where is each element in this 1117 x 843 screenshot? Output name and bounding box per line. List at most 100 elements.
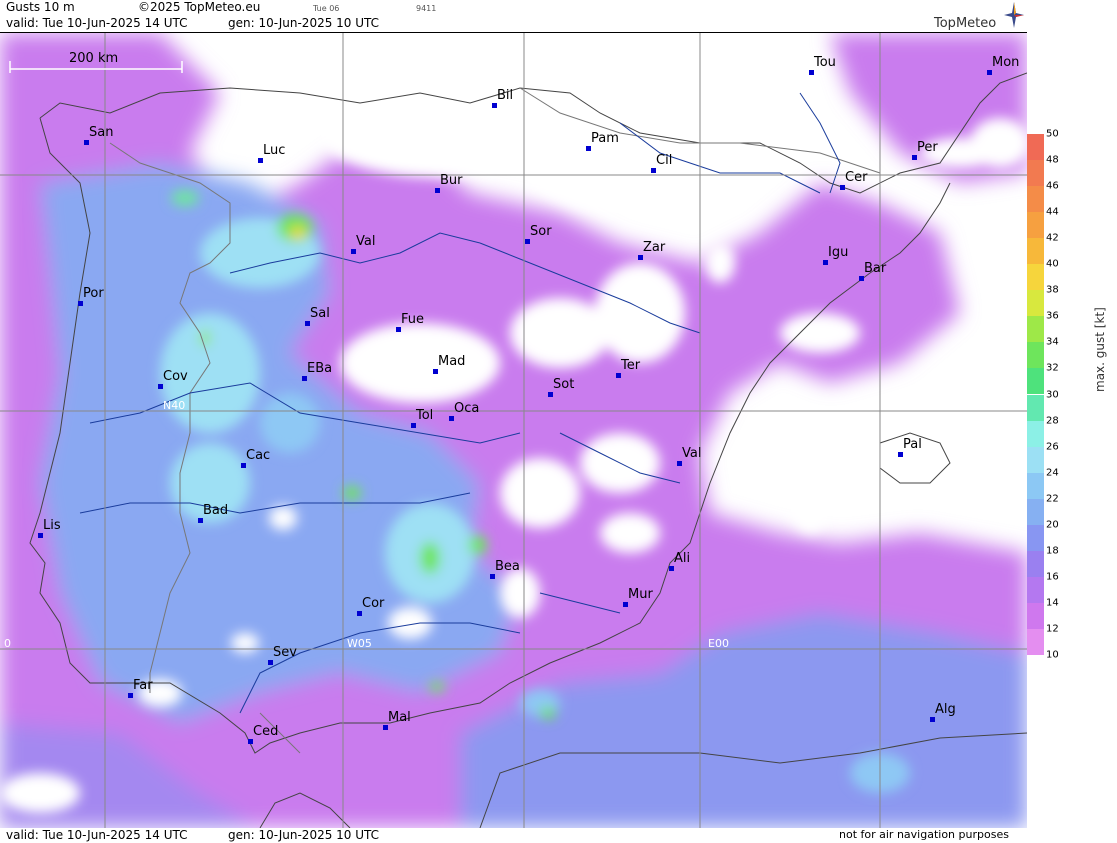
city-label: Mon <box>992 55 1020 70</box>
city-label: Far <box>133 678 153 693</box>
legend-tick-label: 22 <box>1046 493 1059 505</box>
legend-swatch <box>1027 264 1044 291</box>
city-label: Cac <box>246 448 271 463</box>
code: 9411 <box>416 4 437 13</box>
city-marker <box>396 327 401 332</box>
city-marker <box>490 574 495 579</box>
city-marker <box>669 566 674 571</box>
legend-swatch <box>1027 576 1044 603</box>
legend-swatch <box>1027 134 1044 161</box>
city-marker <box>525 239 530 244</box>
footer-gen: gen: 10-Jun-2025 10 UTC <box>228 828 380 842</box>
grid-label-e00: E00 <box>708 637 729 650</box>
city-marker <box>305 321 310 326</box>
city-marker <box>677 461 682 466</box>
city-label: Ali <box>674 551 691 566</box>
legend-tick-label: 14 <box>1046 597 1059 609</box>
city-marker <box>258 158 263 163</box>
city-label: Tol <box>416 408 434 423</box>
city-label: Sot <box>553 377 575 392</box>
city-label: Cov <box>163 369 188 384</box>
legend-tick-label: 44 <box>1046 206 1059 218</box>
city-label: Bil <box>497 88 514 103</box>
city-marker <box>351 249 356 254</box>
city-marker <box>84 140 89 145</box>
city-label: Pal <box>903 437 922 452</box>
city-marker <box>302 376 307 381</box>
city-marker <box>241 463 246 468</box>
city-marker <box>449 416 454 421</box>
city-marker <box>638 255 643 260</box>
city-label: Mal <box>388 710 411 725</box>
legend-swatch <box>1027 628 1044 655</box>
grid-label-n40-west: N40 <box>163 399 186 412</box>
legend-tick-label: 32 <box>1046 362 1059 374</box>
city-marker <box>78 301 83 306</box>
city-label: Bad <box>203 503 229 518</box>
city-marker <box>898 452 903 457</box>
grid-label-zero: 0 <box>4 637 11 650</box>
city-label: Tou <box>814 55 836 70</box>
city-marker <box>433 369 438 374</box>
grid-label-w05: W05 <box>347 637 372 650</box>
city-marker <box>912 155 917 160</box>
city-label: Lis <box>43 518 61 533</box>
city-label: Alg <box>935 702 956 717</box>
city-label: Bar <box>864 261 887 276</box>
city-label: Cer <box>845 170 868 185</box>
city-marker <box>623 602 628 607</box>
grid-label-n40-east: N40 <box>890 399 913 412</box>
legend-swatch <box>1027 368 1044 395</box>
city-label: Ced <box>253 724 279 739</box>
city-marker <box>840 185 845 190</box>
legend-tick-label: 18 <box>1046 545 1059 557</box>
city-marker <box>357 611 362 616</box>
city-marker <box>548 392 553 397</box>
city-label: Val <box>356 234 376 249</box>
legend-swatch <box>1027 212 1044 239</box>
city-marker <box>128 693 133 698</box>
legend-swatch <box>1027 342 1044 369</box>
color-legend: 50 48 46 44 42 40 38 36 34 32 30 28 26 24 22 20 18 16 14 12… <box>1027 0 1117 843</box>
city-marker <box>268 660 273 665</box>
legend-swatch <box>1027 524 1044 551</box>
city-marker <box>930 717 935 722</box>
city-marker <box>651 168 656 173</box>
legend-tick-label: 40 <box>1046 258 1059 270</box>
city-marker <box>158 384 163 389</box>
legend-tick-label: 48 <box>1046 154 1059 166</box>
compass-star-icon <box>1004 2 1024 28</box>
legend-tick-label: 38 <box>1046 284 1059 296</box>
legend-swatch <box>1027 550 1044 577</box>
header-valid: valid: Tue 10-Jun-2025 14 UTC <box>6 16 188 30</box>
legend-tick-label: 28 <box>1046 415 1059 427</box>
legend-swatch <box>1027 472 1044 499</box>
footer-valid: valid: Tue 10-Jun-2025 14 UTC <box>6 828 188 842</box>
scale-bar-label: 200 km <box>69 51 119 66</box>
gust-map[interactable]: 200 km N40 N40 W05 E00 0 San Luc Bil Pam… <box>0 33 1028 828</box>
legend-swatch <box>1027 290 1044 317</box>
city-label: Luc <box>263 143 286 158</box>
city-marker <box>987 70 992 75</box>
legend-tick-label: 46 <box>1046 180 1059 192</box>
city-label: Sor <box>530 224 552 239</box>
footer-bar: valid: Tue 10-Jun-2025 14 UTC gen: 10-Ju… <box>0 828 1027 843</box>
header-bar: Gusts 10 m ©2025 TopMeteo.eu Tue 06 9411… <box>0 0 1027 33</box>
topmeteo-logo: TopMeteo <box>934 2 1026 32</box>
legend-swatch <box>1027 160 1044 187</box>
legend-tick-label: 42 <box>1046 232 1059 244</box>
legend-swatch <box>1027 498 1044 525</box>
city-marker <box>586 146 591 151</box>
legend-tick-label: 26 <box>1046 441 1059 453</box>
legend-swatch <box>1027 602 1044 629</box>
city-label: Val <box>682 446 702 461</box>
city-label: Mad <box>438 354 466 369</box>
city-label: Por <box>83 286 104 301</box>
city-label: San <box>89 125 114 140</box>
legend-title: max. gust [kt] <box>1093 307 1107 392</box>
legend-tick-label: 16 <box>1046 571 1059 583</box>
footer-disclaimer: not for air navigation purposes <box>839 828 1009 841</box>
city-label: Sev <box>273 645 297 660</box>
city-marker <box>383 725 388 730</box>
city-marker <box>823 260 828 265</box>
